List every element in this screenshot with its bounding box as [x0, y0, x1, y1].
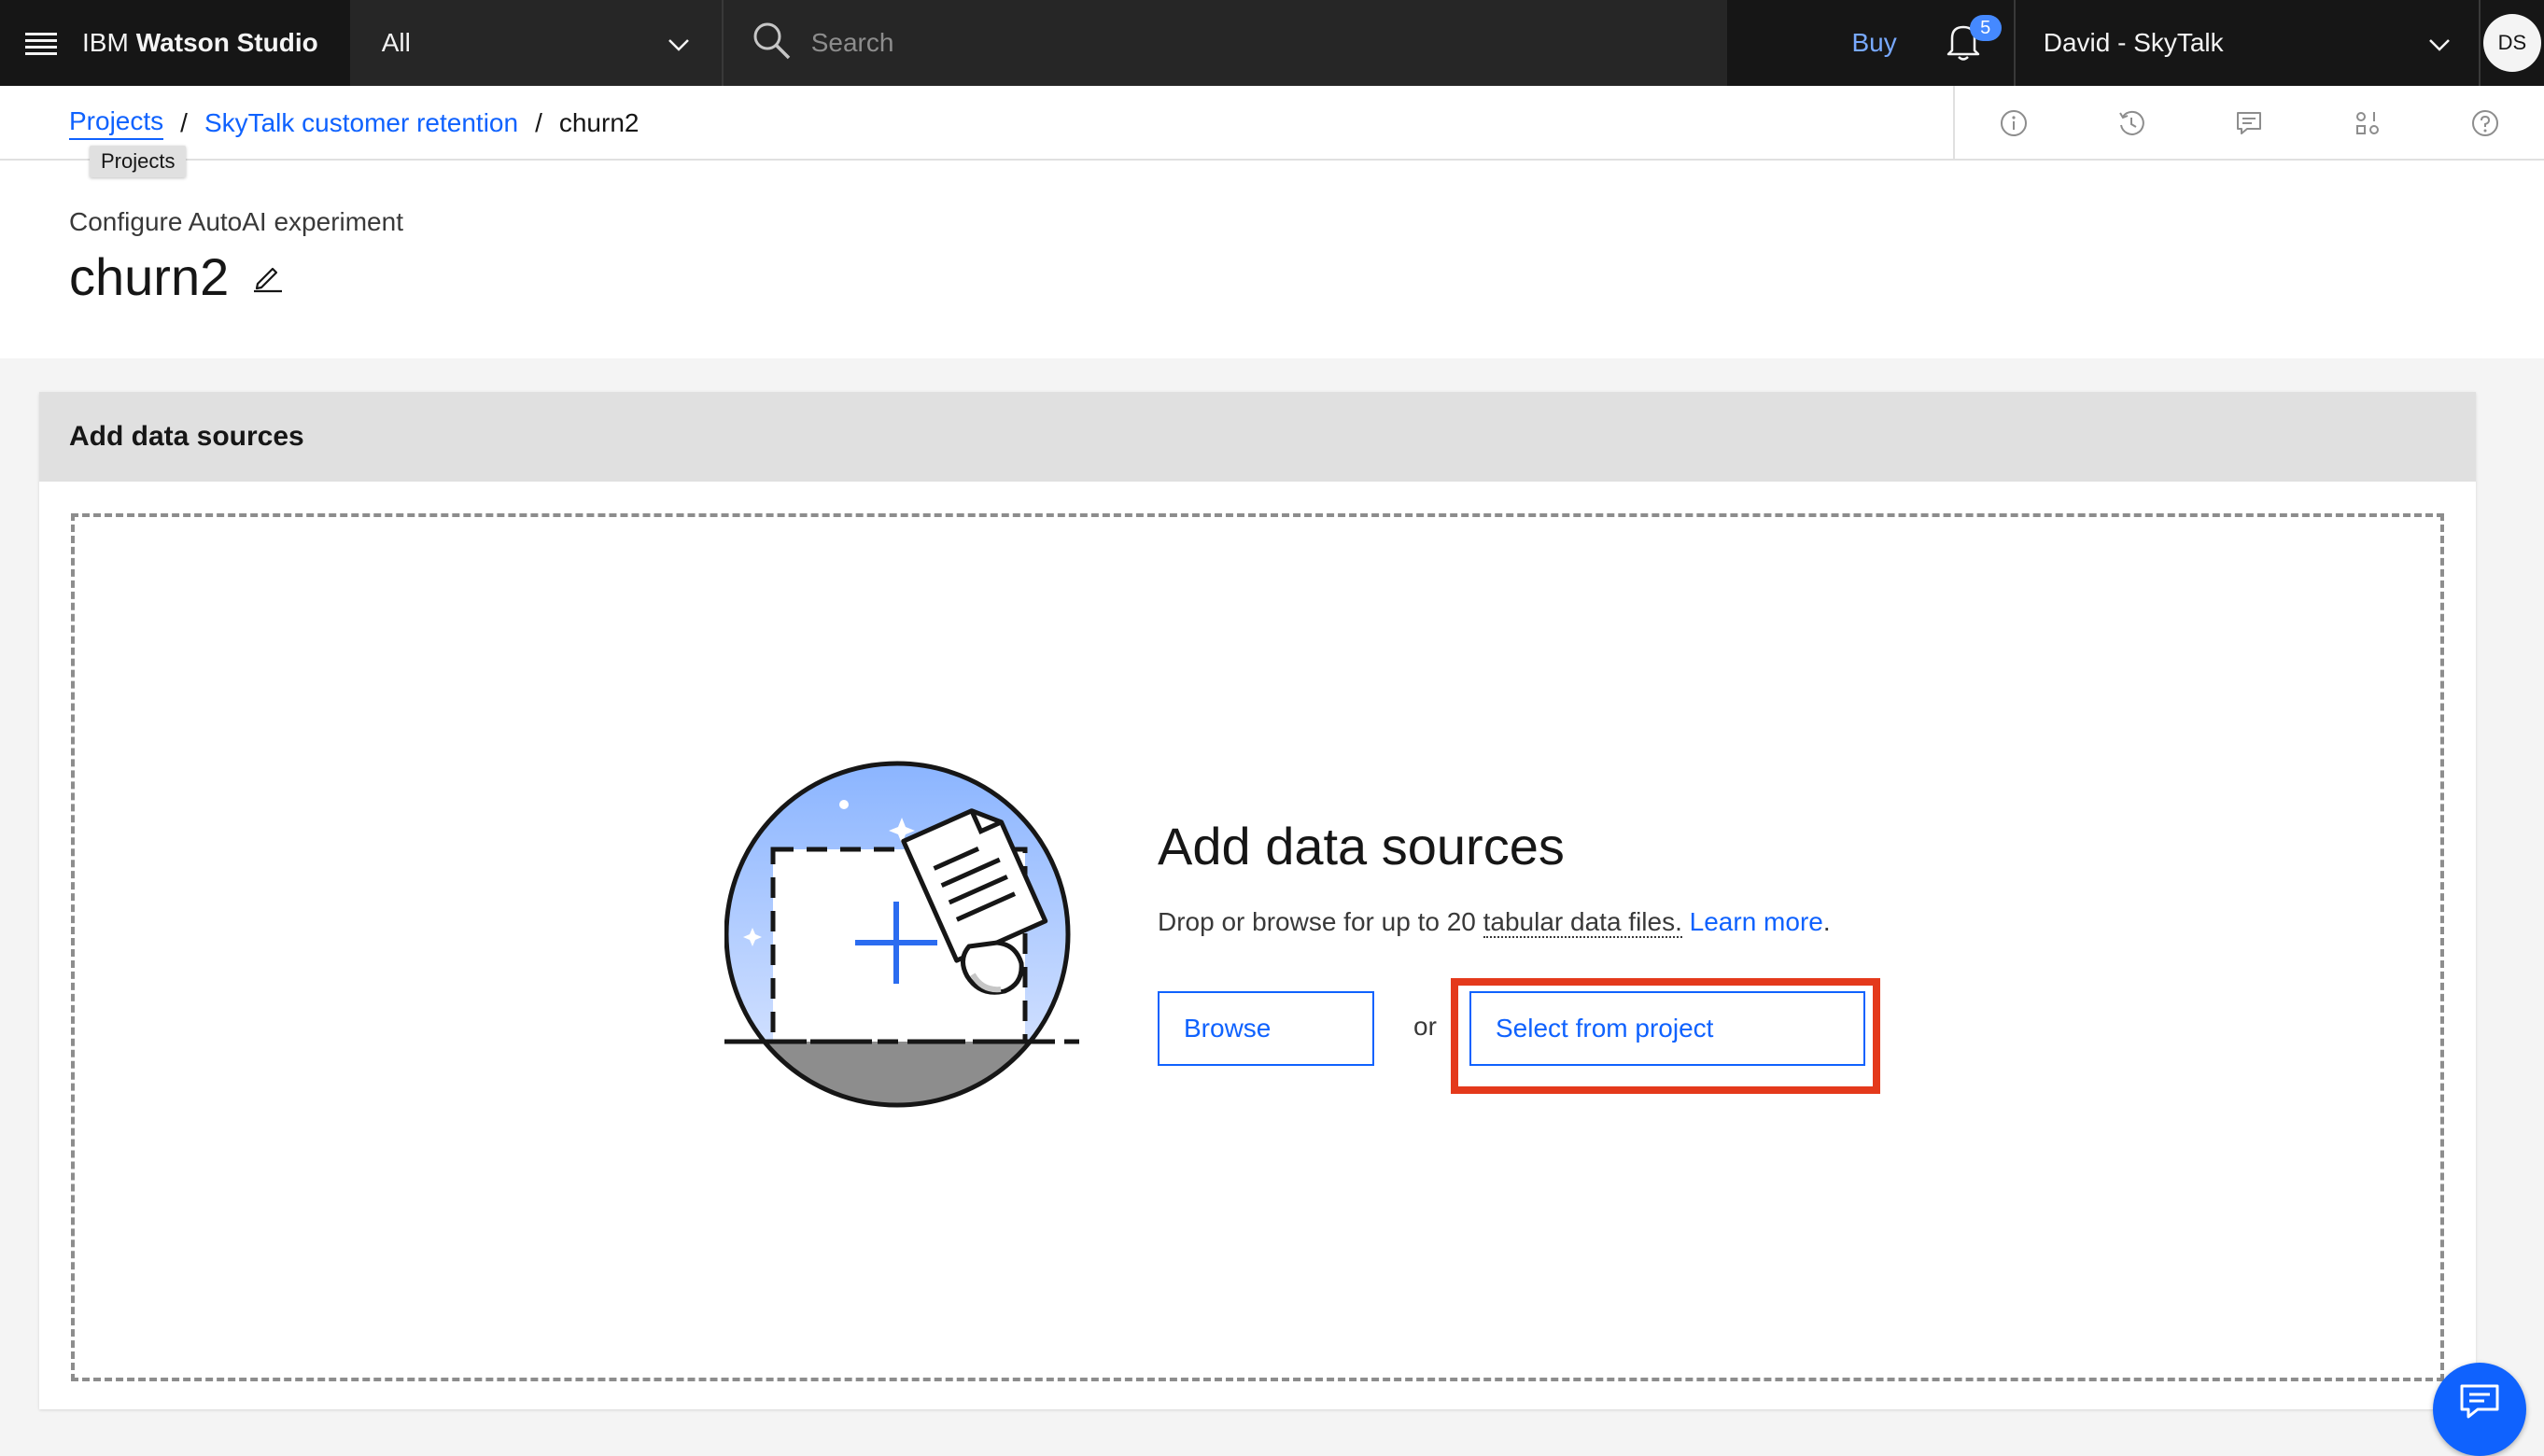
breadcrumb-separator: /	[535, 108, 542, 137]
panel-heading: Add data sources	[39, 392, 2476, 482]
dropzone-description: Drop or browse for up to 20 tabular data…	[1158, 907, 1831, 938]
app-brand[interactable]: IBM Watson Studio	[82, 0, 350, 86]
search-placeholder: Search	[810, 28, 894, 57]
info-icon[interactable]	[1986, 95, 2042, 151]
select-from-project-button[interactable]: Select from project	[1469, 991, 1865, 1066]
chevron-down-icon	[2428, 28, 2451, 58]
brand-name: Watson Studio	[135, 28, 318, 57]
add-data-illustration	[724, 760, 1117, 1156]
chat-icon	[2459, 1383, 2500, 1425]
buy-link[interactable]: Buy	[1727, 0, 1914, 86]
top-navigation-bar: IBM Watson Studio All Search Buy 5 David…	[0, 0, 2544, 86]
settings-adjust-icon[interactable]	[2340, 95, 2396, 151]
dropzone-description-text: Drop or browse for up to 20	[1158, 907, 1483, 936]
title-row: churn2	[69, 246, 287, 307]
hamburger-menu-icon[interactable]	[0, 0, 82, 86]
user-avatar-area: DS	[2481, 0, 2544, 86]
browse-button[interactable]: Browse	[1158, 991, 1374, 1066]
chat-support-button[interactable]	[2433, 1363, 2526, 1456]
page-title: churn2	[69, 247, 230, 306]
notification-count-badge: 5	[1969, 15, 2002, 41]
dropzone-description-suffix: .	[1822, 907, 1831, 936]
avatar[interactable]: DS	[2482, 14, 2541, 72]
breadcrumb-projects-link[interactable]: Projects	[69, 106, 164, 140]
brand-prefix: IBM	[82, 28, 129, 57]
breadcrumb-separator: /	[180, 108, 188, 137]
search-input[interactable]: Search	[723, 0, 1727, 86]
breadcrumb-tooltip: Projects	[90, 146, 187, 177]
file-dropzone[interactable]: Add data sources Drop or browse for up t…	[71, 513, 2444, 1381]
page-header: Configure AutoAI experiment churn2	[0, 161, 2544, 358]
edit-pencil-icon[interactable]	[249, 259, 287, 296]
learn-more-link[interactable]: Learn more	[1690, 907, 1823, 936]
page-subtitle: Configure AutoAI experiment	[69, 207, 403, 236]
breadcrumb-current: churn2	[558, 108, 640, 137]
breadcrumb-project-link[interactable]: SkyTalk customer retention	[204, 108, 518, 138]
add-data-sources-panel: Add data sources Add data sources Drop o…	[39, 392, 2476, 1409]
dropzone-title: Add data sources	[1158, 817, 1565, 875]
search-icon	[752, 21, 811, 66]
page-toolbar	[1953, 86, 2544, 161]
breadcrumb: Projects / SkyTalk customer retention / …	[69, 106, 639, 140]
notifications-button[interactable]: 5	[1914, 0, 2014, 86]
chevron-down-icon	[668, 28, 690, 58]
comment-icon[interactable]	[2221, 95, 2277, 151]
account-name: David - SkyTalk	[2043, 28, 2224, 57]
search-scope-value: All	[381, 28, 411, 57]
history-icon[interactable]	[2103, 95, 2159, 151]
search-scope-dropdown[interactable]: All	[349, 0, 724, 86]
or-label: or	[1413, 1012, 1437, 1041]
account-switcher-dropdown[interactable]: David - SkyTalk	[2013, 0, 2481, 86]
help-icon[interactable]	[2457, 95, 2513, 151]
tabular-data-files-term[interactable]: tabular data files.	[1483, 907, 1682, 938]
breadcrumb-bar: Projects / SkyTalk customer retention / …	[0, 86, 2544, 161]
